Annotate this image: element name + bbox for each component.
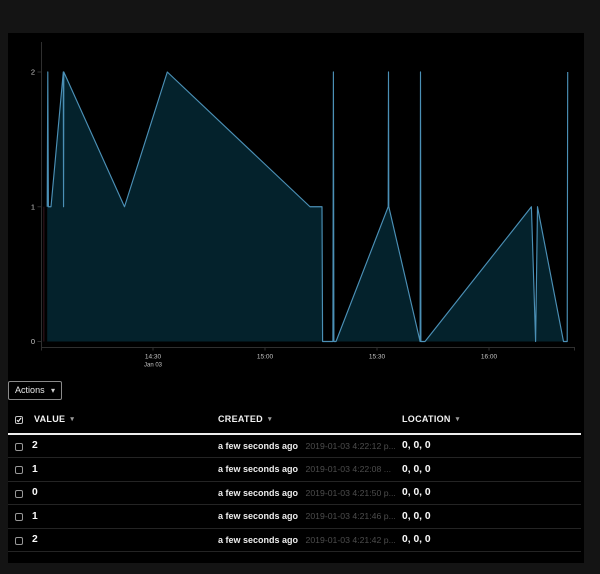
table-row: 2 a few seconds ago 2019-01-03 4:21:42 p..…	[8, 529, 581, 553]
cell-created-relative: a few seconds ago	[218, 458, 298, 481]
x-axis-date-label: Jan 03	[144, 363, 163, 369]
cell-value: 2	[32, 435, 38, 458]
cell-created-exact: 2019-01-03 4:21:46 p...	[306, 505, 396, 528]
cell-created-exact: 2019-01-03 4:21:50 p...	[306, 482, 396, 505]
cell-created-relative: a few seconds ago	[218, 505, 298, 528]
x-axis-line	[42, 348, 575, 351]
actions-button-label: Actions	[15, 386, 45, 396]
select-all-checkbox[interactable]	[15, 416, 23, 424]
cell-created-exact: 2019-01-03 4:22:12 p...	[306, 435, 396, 458]
row-checkbox[interactable]	[15, 443, 23, 451]
cell-value: 2	[32, 529, 38, 552]
cell-location: 0, 0, 0	[402, 529, 431, 552]
cell-location: 0, 0, 0	[402, 458, 431, 481]
cell-location: 0, 0, 0	[402, 505, 431, 528]
row-checkbox[interactable]	[15, 490, 23, 498]
cell-location: 0, 0, 0	[402, 482, 431, 505]
column-header-label: CREATED	[218, 414, 263, 424]
cell-value: 0	[32, 482, 38, 505]
app-window: 01214:30Jan 0315:0015:3016:00 Actions ▾ …	[0, 0, 600, 574]
cell-created-relative: a few seconds ago	[218, 529, 298, 552]
x-axis-tick-label: 15:30	[369, 354, 386, 361]
actions-dropdown-button[interactable]: Actions ▾	[8, 381, 62, 400]
table-row: 0 a few seconds ago 2019-01-03 4:21:50 p..…	[8, 482, 581, 506]
column-header-label: VALUE	[34, 414, 65, 424]
chevron-down-icon: ▾	[51, 386, 55, 395]
sort-caret-icon: ▾	[70, 414, 74, 423]
cell-created-relative: a few seconds ago	[218, 482, 298, 505]
cell-value: 1	[32, 458, 38, 481]
column-header-label: LOCATION	[402, 414, 451, 424]
row-checkbox[interactable]	[15, 466, 23, 474]
column-header-value[interactable]: VALUE ▾	[34, 405, 74, 433]
x-axis-tick-label: 16:00	[481, 354, 498, 361]
row-checkbox[interactable]	[15, 513, 23, 521]
cell-created-exact: 2019-01-03 4:22:08 ...	[306, 458, 392, 481]
table-body: 2 a few seconds ago 2019-01-03 4:22:12 p..…	[8, 435, 581, 553]
data-table: VALUE ▾ CREATED ▾ LOCATION ▾ 2 a few seconds a…	[8, 405, 581, 552]
area-series-fill	[47, 72, 568, 342]
checkmark-icon	[16, 417, 22, 423]
x-axis-tick-label: 14:30	[145, 354, 162, 361]
column-header-created[interactable]: CREATED ▾	[218, 405, 272, 433]
cell-value: 1	[32, 505, 38, 528]
cell-created-exact: 2019-01-03 4:21:42 p...	[306, 529, 396, 552]
row-checkbox[interactable]	[15, 537, 23, 545]
table-row: 1 a few seconds ago 2019-01-03 4:22:08 ...…	[8, 458, 581, 482]
table-row: 2 a few seconds ago 2019-01-03 4:22:12 p..…	[8, 435, 581, 459]
table-header-row: VALUE ▾ CREATED ▾ LOCATION ▾	[8, 405, 581, 435]
y-axis-tick-label: 0	[31, 337, 35, 346]
cell-created-relative: a few seconds ago	[218, 435, 298, 458]
sort-caret-icon: ▾	[456, 414, 460, 423]
cell-location: 0, 0, 0	[402, 435, 431, 458]
y-axis-tick-label: 2	[31, 68, 35, 77]
timeseries-area-chart: 0 1 2 14:30 Jan 03 15:00 15:30 16:00	[8, 33, 584, 375]
sort-caret-icon: ▾	[268, 414, 272, 423]
column-header-location[interactable]: LOCATION ▾	[402, 405, 460, 433]
table-row: 1 a few seconds ago 2019-01-03 4:21:46 p..…	[8, 505, 581, 529]
y-axis-tick-label: 1	[31, 202, 35, 211]
x-axis-tick-label: 15:00	[257, 354, 274, 361]
